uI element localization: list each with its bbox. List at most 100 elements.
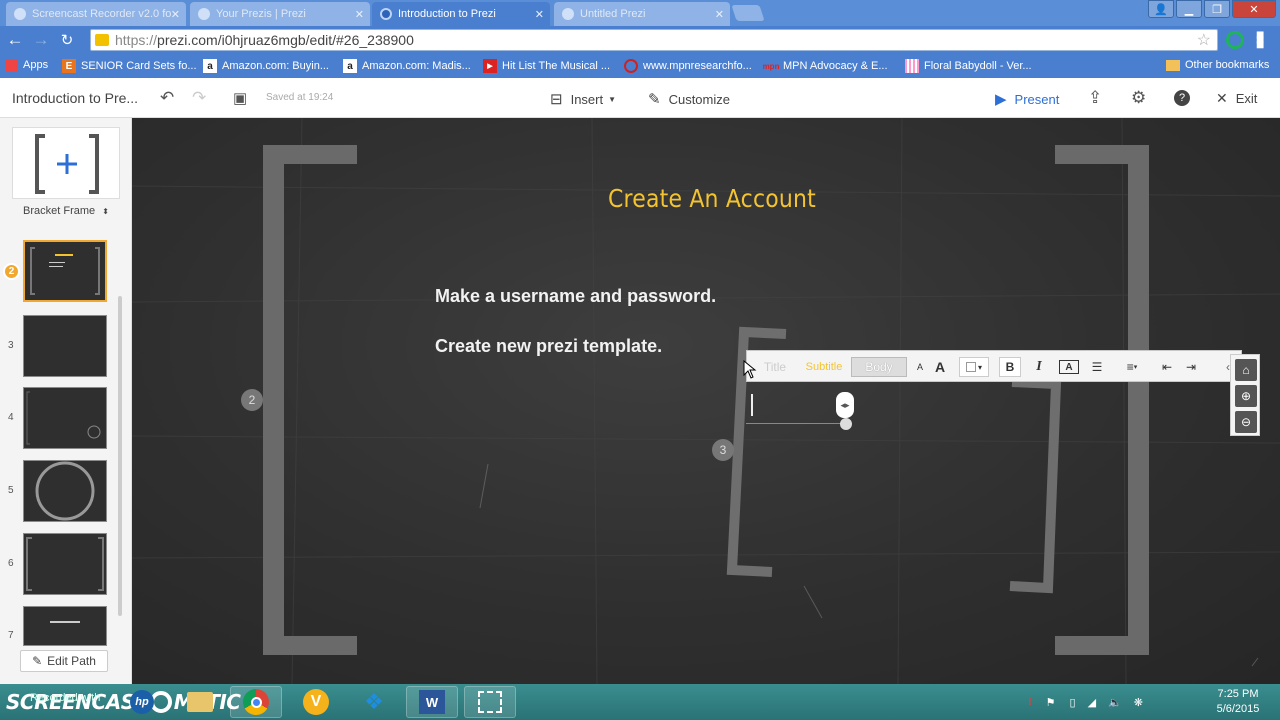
highlight-button[interactable]: A <box>1059 360 1079 374</box>
style-title-button[interactable]: Title <box>759 357 791 377</box>
indent-decrease-icon[interactable]: ⇤ <box>1157 357 1177 377</box>
close-window-button[interactable]: ✕ <box>1232 0 1276 18</box>
battery-icon[interactable]: ▯ <box>1070 696 1076 709</box>
bookmark-apps[interactable]: Apps <box>6 59 48 71</box>
page-info-icon[interactable] <box>95 34 109 46</box>
style-body-button[interactable]: Body <box>851 357 907 377</box>
explorer-app[interactable] <box>174 686 226 718</box>
chrome-app[interactable] <box>230 686 282 718</box>
thumb-preview <box>26 537 104 591</box>
bookmark-star-icon[interactable]: ☆ <box>1197 30 1211 50</box>
presentation-title[interactable]: Introduction to Pre... <box>12 90 138 106</box>
sidebar-scrollbar[interactable] <box>118 296 122 616</box>
zoom-out-icon[interactable]: ⊖ <box>1235 411 1257 433</box>
bookmark-item[interactable]: a Amazon.com: Buyin... <box>203 59 329 73</box>
vlc-style-app[interactable]: V <box>290 686 342 718</box>
bookmark-label: Amazon.com: Madis... <box>362 60 471 72</box>
path-step-badge[interactable]: 3 <box>712 439 734 461</box>
undo-icon[interactable]: ↶ <box>160 88 174 108</box>
share-icon[interactable]: ⇪ <box>1088 88 1102 108</box>
close-icon[interactable]: ✕ <box>715 8 724 21</box>
browser-tab-strip: Screencast Recorder v2.0 fo ✕ Your Prezi… <box>0 0 1280 26</box>
present-button[interactable]: ▶ Present <box>995 90 1059 108</box>
user-icon[interactable]: 👤 <box>1148 0 1174 18</box>
other-bookmarks[interactable]: Other bookmarks <box>1166 59 1269 71</box>
slide-thumbnail-5[interactable] <box>23 460 107 522</box>
etsy-icon: E <box>62 59 76 73</box>
path-step-badge[interactable]: 2 <box>241 389 263 411</box>
flag-icon[interactable]: ⚑ <box>1046 696 1056 709</box>
slide-thumbnail-6[interactable] <box>23 533 107 595</box>
browser-tab-2[interactable]: Your Prezis | Prezi ✕ <box>190 2 370 26</box>
exit-button[interactable]: ✕ Exit <box>1216 90 1257 107</box>
network-icon[interactable]: ◢ <box>1088 696 1096 709</box>
help-icon[interactable]: ? <box>1174 90 1190 106</box>
body-text-line-2[interactable]: Create new prezi template. <box>435 336 662 357</box>
thumb-preview <box>25 242 105 300</box>
zoom-in-icon[interactable]: ⊕ <box>1235 385 1257 407</box>
prezi-favicon-icon <box>562 8 574 20</box>
bold-button[interactable]: B <box>999 357 1021 377</box>
browser-menu-icon[interactable]: ■ ■ ■ <box>1256 27 1270 51</box>
dropbox-app[interactable]: ❖ <box>348 686 400 718</box>
italic-button[interactable]: I <box>1029 357 1049 377</box>
slide-thumbnail-7[interactable] <box>23 606 107 646</box>
resize-width-handle[interactable]: ◂▸ <box>836 392 854 418</box>
customize-button[interactable]: ✎ Customize <box>648 90 730 108</box>
snipping-tool-app[interactable] <box>464 686 516 718</box>
new-tab-button[interactable] <box>731 5 765 21</box>
font-size-down-button[interactable]: A <box>913 357 927 377</box>
close-icon[interactable]: ✕ <box>171 8 180 21</box>
save-icon[interactable]: ▣ <box>233 89 247 107</box>
apps-grid-icon <box>6 59 18 71</box>
slide-thumbnail-2[interactable] <box>23 240 107 302</box>
move-handle[interactable] <box>840 418 852 430</box>
slide-title[interactable]: Create An Account <box>608 184 816 213</box>
slide-thumbnail-4[interactable] <box>23 387 107 449</box>
indent-increase-icon[interactable]: ⇥ <box>1181 357 1201 377</box>
browser-toolbar: ← → ↻ https://prezi.com/i0hjruaz6mgb/edi… <box>0 26 1280 54</box>
bookmark-item[interactable]: mpn MPN Advocacy & E... <box>763 59 888 73</box>
forward-arrow-icon[interactable]: → <box>28 30 54 50</box>
tab-label: Screencast Recorder v2.0 fo <box>32 8 172 20</box>
bookmark-item[interactable]: ▶ Hit List The Musical ... <box>483 59 610 73</box>
extension-icon[interactable] <box>1226 31 1244 49</box>
browser-tab-1[interactable]: Screencast Recorder v2.0 fo ✕ <box>6 2 186 26</box>
font-size-up-button[interactable]: A <box>931 357 949 377</box>
browser-tab-4[interactable]: Untitled Prezi ✕ <box>554 2 730 26</box>
sync-icon[interactable]: ❋ <box>1134 696 1143 709</box>
body-text-line-1[interactable]: Make a username and password. <box>435 286 716 307</box>
word-app[interactable]: W <box>406 686 458 718</box>
frame-type-selector[interactable]: Bracket Frame ⬍ <box>0 205 132 217</box>
minimize-button[interactable]: ▁ <box>1176 0 1202 18</box>
bookmark-item[interactable]: a Amazon.com: Madis... <box>343 59 471 73</box>
close-icon[interactable]: ✕ <box>535 8 544 21</box>
volume-icon[interactable]: 🔈 <box>1108 696 1122 709</box>
bookmark-item[interactable]: Floral Babydoll - Ver... <box>905 59 1032 73</box>
home-icon[interactable]: ⌂ <box>1235 359 1257 381</box>
text-color-picker[interactable]: ▾ <box>959 357 989 377</box>
taskbar-clock[interactable]: 7:25 PM 5/6/2015 <box>1206 687 1270 717</box>
alert-icon[interactable]: ! <box>1028 696 1032 708</box>
slide-thumbnail-3[interactable] <box>23 315 107 377</box>
close-icon[interactable]: ✕ <box>355 8 364 21</box>
text-caret <box>751 394 753 416</box>
reload-icon[interactable]: ↻ <box>54 31 80 49</box>
insert-menu[interactable]: ⊟ Insert ▼ <box>550 90 616 108</box>
back-arrow-icon[interactable]: ← <box>2 30 28 50</box>
bookmark-item[interactable]: E SENIOR Card Sets fo... <box>62 59 197 73</box>
add-frame-button[interactable] <box>12 127 120 199</box>
gear-icon[interactable]: ⚙ <box>1131 88 1146 108</box>
text-edit-box[interactable]: ◂▸ <box>746 390 854 430</box>
bookmark-item[interactable]: www.mpnresearchfo... <box>624 59 752 73</box>
address-bar[interactable]: https://prezi.com/i0hjruaz6mgb/edit/#26_… <box>90 29 1218 51</box>
browser-tab-3-active[interactable]: Introduction to Prezi ✕ <box>372 2 550 26</box>
bullet-list-icon[interactable]: ☰ <box>1087 357 1107 377</box>
edit-path-button[interactable]: ✎ Edit Path <box>20 650 108 672</box>
maximize-button[interactable]: ❐ <box>1204 0 1230 18</box>
style-subtitle-button[interactable]: Subtitle <box>797 357 851 377</box>
redo-icon[interactable]: ↷ <box>192 88 206 108</box>
hp-app-icon[interactable]: hp <box>116 686 168 718</box>
align-dropdown-icon[interactable]: ≡ ▾ <box>1117 357 1147 377</box>
prezi-canvas[interactable]: Create An Account Make a username and pa… <box>132 118 1280 684</box>
